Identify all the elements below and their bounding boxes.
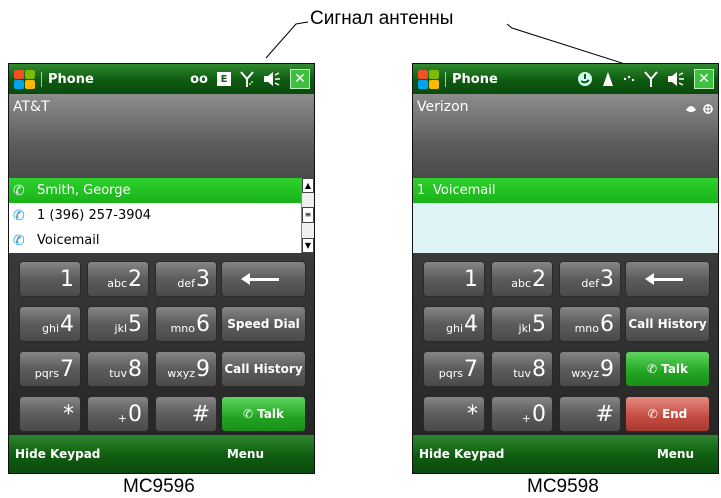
menu-softkey[interactable]: Menu xyxy=(657,447,694,461)
key-3[interactable]: def 3 xyxy=(155,261,217,297)
backspace-button[interactable] xyxy=(221,261,306,297)
soft-key-bar: Hide Keypad Menu xyxy=(413,435,718,473)
phone-screen-mc9598: Phone ✕ Verizon 1 Voicemail 1 abc 2 def … xyxy=(412,63,719,474)
list-item-label: 1 (396) 257-3904 xyxy=(37,208,152,223)
hide-keypad-softkey[interactable]: Hide Keypad xyxy=(15,447,100,461)
backspace-icon xyxy=(240,272,279,285)
key-hash[interactable]: # xyxy=(155,396,217,432)
signal-dots-icon[interactable] xyxy=(623,74,635,84)
key-8[interactable]: tuv 8 xyxy=(87,351,149,387)
scroll-down-icon[interactable]: ▼ xyxy=(302,238,314,253)
phone-screen-mc9596: Phone ᴏᴏ E ✕ AT&T ✆ Smith, George ✆ 1 (3… xyxy=(8,63,315,474)
key-6[interactable]: mno 6 xyxy=(155,306,217,342)
empty-row xyxy=(413,203,718,228)
start-menu-icon[interactable] xyxy=(415,67,441,91)
list-item[interactable]: ✆ Smith, George xyxy=(9,178,314,203)
key-hash[interactable]: # xyxy=(559,396,621,432)
title-bar: Phone ᴏᴏ E ✕ xyxy=(9,64,314,94)
backspace-icon xyxy=(644,272,683,285)
title-bar: Phone ✕ xyxy=(413,64,718,94)
key-5[interactable]: jkl 5 xyxy=(87,306,149,342)
volume-icon[interactable] xyxy=(667,71,685,87)
soft-key-bar: Hide Keypad Menu xyxy=(9,435,314,473)
list-item-label: Smith, George xyxy=(37,183,131,198)
list-item[interactable]: ✆ Voicemail xyxy=(9,228,314,253)
empty-row xyxy=(413,228,718,253)
antenna-signal-icon[interactable] xyxy=(644,70,658,88)
menu-softkey[interactable]: Menu xyxy=(227,447,264,461)
key-8[interactable]: tuv 8 xyxy=(491,351,553,387)
keypad: 1 abc 2 def 3 ghi 4 jkl 5 mno 6 Speed Dial pq… xyxy=(9,253,314,437)
key-1[interactable]: 1 xyxy=(423,261,485,297)
talk-icon: ✆ xyxy=(646,362,662,376)
list-item-number: 1 xyxy=(417,183,426,198)
carrier-area: Verizon xyxy=(413,94,718,178)
end-button[interactable]: ✆ End xyxy=(625,396,710,432)
speed-dial-button[interactable]: Speed Dial xyxy=(221,306,306,342)
key-7[interactable]: pqrs 7 xyxy=(423,351,485,387)
volume-icon[interactable] xyxy=(263,71,281,87)
key-4[interactable]: ghi 4 xyxy=(423,306,485,342)
key-9[interactable]: wxyz 9 xyxy=(559,351,621,387)
phone-alert-icon[interactable] xyxy=(577,71,593,87)
key-2[interactable]: abc 2 xyxy=(491,261,553,297)
keypad: 1 abc 2 def 3 ghi 4 jkl 5 mno 6 Call History … xyxy=(413,253,718,437)
call-icon: ✆ xyxy=(13,207,25,224)
key-0[interactable]: +0 xyxy=(87,396,149,432)
key-star[interactable]: * xyxy=(423,396,485,432)
model-label-mc9598: MC9598 xyxy=(527,476,599,497)
key-3[interactable]: def 3 xyxy=(559,261,621,297)
speed-dial-list: 1 Voicemail xyxy=(413,178,718,253)
voicemail-icon[interactable]: ᴏᴏ xyxy=(190,72,208,87)
backspace-button[interactable] xyxy=(625,261,710,297)
talk-icon: ✆ xyxy=(242,407,258,421)
close-icon[interactable]: ✕ xyxy=(694,69,714,89)
key-5[interactable]: jkl 5 xyxy=(491,306,553,342)
key-0[interactable]: +0 xyxy=(491,396,553,432)
carrier-area: AT&T xyxy=(9,94,314,178)
close-icon[interactable]: ✕ xyxy=(290,69,310,89)
key-7[interactable]: pqrs 7 xyxy=(19,351,81,387)
model-label-mc9596: MC9596 xyxy=(123,476,195,497)
call-history-button[interactable]: Call History xyxy=(221,351,306,387)
call-icon: ✆ xyxy=(13,232,25,249)
list-item[interactable]: 1 Voicemail xyxy=(413,178,718,203)
talk-button[interactable]: ✆ Talk xyxy=(625,351,710,387)
scroll-up-icon[interactable]: ▲ xyxy=(302,178,314,193)
key-2[interactable]: abc 2 xyxy=(87,261,149,297)
list-item[interactable]: ✆ 1 (396) 257-3904 xyxy=(9,203,314,228)
antenna-signal-icon[interactable] xyxy=(240,70,254,88)
carrier-name: Verizon xyxy=(417,99,469,115)
key-6[interactable]: mno 6 xyxy=(559,306,621,342)
talk-button[interactable]: ✆ Talk xyxy=(221,396,306,432)
key-star[interactable]: * xyxy=(19,396,81,432)
app-title: Phone xyxy=(41,71,94,87)
scroll-thumb[interactable]: ≡ xyxy=(302,207,314,223)
roaming-icon[interactable] xyxy=(602,71,614,87)
key-9[interactable]: wxyz 9 xyxy=(155,351,217,387)
network-status-icon xyxy=(684,102,714,119)
end-label: End xyxy=(661,407,688,421)
app-title: Phone xyxy=(445,71,498,87)
hide-keypad-softkey[interactable]: Hide Keypad xyxy=(419,447,504,461)
edge-data-icon[interactable]: E xyxy=(217,72,231,86)
call-history-button[interactable]: Call History xyxy=(625,306,710,342)
list-item-label: Voicemail xyxy=(37,233,100,248)
start-menu-icon[interactable] xyxy=(11,67,37,91)
talk-label: Talk xyxy=(661,362,689,376)
key-1[interactable]: 1 xyxy=(19,261,81,297)
key-4[interactable]: ghi 4 xyxy=(19,306,81,342)
end-icon: ✆ xyxy=(647,407,662,421)
talk-label: Talk xyxy=(257,407,285,421)
call-icon: ✆ xyxy=(13,182,25,199)
carrier-name: AT&T xyxy=(13,99,50,115)
list-item-label: Voicemail xyxy=(433,183,496,198)
scrollbar[interactable]: ▲ ≡ ▼ xyxy=(301,178,314,253)
antenna-signal-annotation: Сигнал антенны xyxy=(310,8,454,29)
contact-list: ✆ Smith, George ✆ 1 (396) 257-3904 ✆ Voi… xyxy=(9,178,314,253)
